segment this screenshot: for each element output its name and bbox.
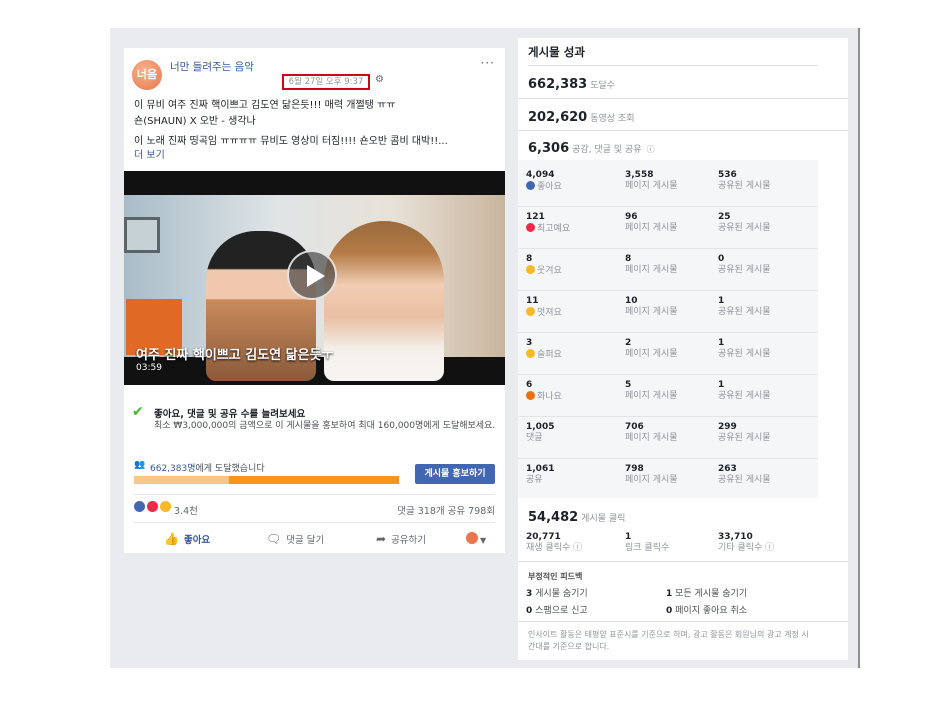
see-more-link[interactable]: 더 보기 [134, 146, 165, 161]
breakdown-total: 1,061 공유 [526, 464, 555, 485]
video-views-stat: 202,620 동영상 조회 [528, 110, 635, 125]
page-avatar[interactable]: 너음 [132, 60, 162, 90]
post-text-line: 이 뮤비 여주 진짜 핵이쁘고 김도연 닮은듯!!! 매력 개쩔탱 ㅠㅠ [134, 100, 396, 111]
post-text-line: 이 노래 진짜 띵곡임 ㅠㅠㅠㅠ 뮤비도 영상미 터짐!!!! 숀오반 콤비 대… [134, 136, 448, 147]
breakdown-shared: 536 공유된 게시물 [718, 170, 771, 191]
checkmark-icon: ✔ [132, 404, 144, 420]
boost-description: 최소 ₩3,000,000의 금액으로 이 게시물을 홍보하여 최대 160,0… [154, 421, 496, 431]
reaction-icons[interactable] [134, 501, 173, 514]
row-divider [518, 290, 818, 291]
breakdown-shared: 299 공유된 게시물 [718, 422, 771, 443]
reactions-count[interactable]: 3.4천 [174, 503, 198, 517]
boost-post-button[interactable]: 게시물 홍보하기 [415, 464, 495, 484]
breakdown-total: 1,005 댓글 [526, 422, 555, 443]
reaction-icon [526, 181, 535, 190]
row-divider [518, 206, 818, 207]
comment-button[interactable]: 🗨 댓글 달기 [266, 532, 324, 546]
info-icon[interactable]: ⓘ [647, 145, 655, 154]
click-breakdown-item: 1 링크 클릭수 [625, 532, 670, 553]
breakdown-total: 6 화나요 [526, 380, 562, 402]
thumbs-up-icon: 👍 [164, 532, 179, 546]
comments-shares-count[interactable]: 댓글 318개 공유 798회 [397, 503, 495, 517]
breakdown-page: 5 페이지 게시물 [625, 380, 678, 401]
like-reaction-icon [134, 501, 145, 512]
post-timestamp[interactable]: 6월 27일 오후 9:37 [282, 74, 370, 90]
reaction-icon [526, 223, 535, 232]
reaction-selector[interactable]: ▼ [466, 532, 486, 546]
breakdown-page: 96 페이지 게시물 [625, 212, 678, 233]
negative-feedback-title: 부정적인 피드백 [528, 572, 583, 581]
negative-spam: 0 스팸으로 신고 [526, 606, 588, 616]
breakdown-page: 10 페이지 게시물 [625, 296, 678, 317]
breakdown-shared: 263 공유된 게시물 [718, 464, 771, 485]
breakdown-total: 11 멋져요 [526, 296, 562, 318]
reach-progress-fill [134, 476, 230, 484]
reach-suffix: 에게 도달했습니다 [195, 464, 265, 474]
page-avatar-small-icon [466, 532, 478, 544]
page-name-link[interactable]: 너만 들려주는 음악 [170, 59, 254, 74]
breakdown-shared: 1 공유된 게시물 [718, 338, 771, 359]
breakdown-shared: 1 공유된 게시물 [718, 296, 771, 317]
reach-stat: 662,383 도달수 [528, 77, 616, 92]
reaction-icon [526, 349, 535, 358]
engagement-breakdown: 4,094 좋아요 3,558 페이지 게시물 536 공유된 게시물 121 최고예요 96 페… [518, 160, 818, 498]
boost-title: 좋아요, 댓글 및 공유 수를 늘려보세요 [154, 409, 306, 420]
breakdown-total: 121 최고예요 [526, 212, 571, 234]
row-divider [518, 458, 818, 459]
like-button[interactable]: 👍 좋아요 [164, 532, 210, 546]
reaction-icon [526, 307, 535, 316]
post-text-line: 숀(SHAUN) X 오반 - 생각나 [134, 116, 256, 127]
breakdown-page: 798 페이지 게시물 [625, 464, 678, 485]
negative-unlike: 0 페이지 좋아요 취소 [666, 606, 748, 616]
click-breakdown-item: 33,710 기타 클릭수 ⓘ [718, 532, 775, 553]
reach-count-link[interactable]: 662,383명 [150, 464, 196, 474]
breakdown-total: 3 슬퍼요 [526, 338, 562, 360]
breakdown-shared: 0 공유된 게시물 [718, 254, 771, 275]
video-player[interactable]: 여주 진짜 핵이쁘고 김도연 닮은듯ㅜ 03:59 [124, 171, 505, 385]
share-button[interactable]: ➦ 공유하기 [376, 532, 426, 546]
wow-reaction-icon [160, 501, 171, 512]
people-icon: 👥 [134, 460, 146, 470]
row-divider [518, 374, 818, 375]
engagement-stat: 6,306 공감, 댓글 및 공유 ⓘ [528, 141, 655, 156]
love-reaction-icon [147, 501, 158, 512]
reach-text: 662,383명에게 도달했습니다 [150, 461, 265, 474]
row-divider [518, 416, 818, 417]
row-divider [518, 332, 818, 333]
share-icon: ➦ [376, 532, 387, 546]
comment-icon: 🗨 [266, 532, 282, 546]
reaction-icon [526, 265, 535, 274]
privacy-gear-icon[interactable]: ⚙ [375, 74, 384, 85]
play-icon[interactable] [287, 250, 337, 300]
breakdown-shared: 25 공유된 게시물 [718, 212, 771, 233]
breakdown-page: 706 페이지 게시물 [625, 422, 678, 443]
post-card: 너음 너만 들려주는 음악 6월 27일 오후 9:37 ⚙ ··· 이 뮤비 … [124, 48, 505, 553]
video-duration: 03:59 [136, 363, 162, 373]
row-divider [518, 248, 818, 249]
negative-hide-post: 3 게시물 숨기기 [526, 589, 588, 599]
insights-panel: 게시물 성과 662,383 도달수 202,620 동영상 조회 6,306 공감,… [518, 38, 848, 660]
insights-footnote: 인사이트 활동은 태평양 표준시를 기준으로 하며, 광고 활동은 회원님의 광… [528, 630, 809, 651]
video-title: 여주 진짜 핵이쁘고 김도연 닮은듯ㅜ [136, 348, 334, 363]
insights-title: 게시물 성과 [528, 45, 585, 59]
breakdown-page: 3,558 페이지 게시물 [625, 170, 678, 191]
negative-hide-all: 1 모든 게시물 숨기기 [666, 589, 748, 599]
more-options-icon[interactable]: ··· [481, 56, 495, 70]
breakdown-shared: 1 공유된 게시물 [718, 380, 771, 401]
breakdown-page: 8 페이지 게시물 [625, 254, 678, 275]
post-clicks-stat: 54,482 게시물 클릭 [528, 510, 626, 525]
chevron-down-icon: ▼ [480, 536, 487, 545]
reach-progress-bar [134, 476, 399, 484]
breakdown-total: 8 웃겨요 [526, 254, 562, 276]
breakdown-total: 4,094 좋아요 [526, 170, 562, 192]
breakdown-page: 2 페이지 게시물 [625, 338, 678, 359]
click-breakdown-item: 20,771 재생 클릭수 ⓘ [526, 532, 583, 553]
reaction-icon [526, 391, 535, 400]
